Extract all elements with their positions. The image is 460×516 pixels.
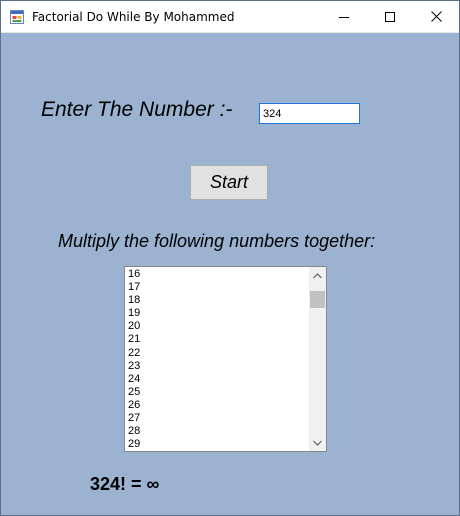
enter-number-label: Enter The Number :-: [41, 98, 233, 121]
number-input[interactable]: [259, 103, 360, 124]
scroll-thumb[interactable]: [310, 291, 325, 308]
list-item[interactable]: 25: [128, 386, 308, 399]
close-icon: [430, 11, 442, 22]
vertical-scrollbar[interactable]: [309, 267, 326, 451]
list-item[interactable]: 28: [128, 425, 308, 438]
list-item[interactable]: 26: [128, 399, 308, 412]
list-item[interactable]: 24: [128, 373, 308, 386]
list-item[interactable]: 20: [128, 320, 308, 333]
factorial-result: 324! = ∞: [90, 474, 160, 494]
list-item[interactable]: 23: [128, 360, 308, 373]
start-button[interactable]: Start: [190, 165, 268, 200]
list-item[interactable]: 22: [128, 347, 308, 360]
multiply-label: Multiply the following numbers together:: [58, 231, 376, 251]
close-button[interactable]: [413, 1, 459, 32]
app-form-icon: [10, 10, 24, 24]
list-item[interactable]: 21: [128, 333, 308, 346]
list-item[interactable]: 17: [128, 281, 308, 294]
minimize-button[interactable]: [321, 1, 367, 32]
chevron-up-icon: [313, 272, 322, 278]
list-item[interactable]: 27: [128, 412, 308, 425]
scroll-down-button[interactable]: [309, 434, 326, 451]
maximize-button[interactable]: [367, 1, 413, 32]
title-bar[interactable]: Factorial Do While By Mohammed: [1, 1, 459, 33]
list-item[interactable]: 19: [128, 307, 308, 320]
list-item[interactable]: 16: [128, 268, 308, 281]
chevron-down-icon: [313, 440, 322, 446]
numbers-list: 16 17 18 19 20 21 22 23 24 25 26 27 28 29: [128, 268, 308, 451]
maximize-icon: [385, 11, 395, 22]
window-title: Factorial Do While By Mohammed: [32, 10, 235, 24]
scroll-up-button[interactable]: [309, 267, 326, 284]
list-item[interactable]: 29: [128, 438, 308, 451]
minimize-icon: [339, 16, 349, 18]
list-item[interactable]: 18: [128, 294, 308, 307]
numbers-listbox[interactable]: 16 17 18 19 20 21 22 23 24 25 26 27 28 29: [124, 266, 327, 452]
app-window: Factorial Do While By Mohammed Enter The…: [0, 0, 460, 516]
